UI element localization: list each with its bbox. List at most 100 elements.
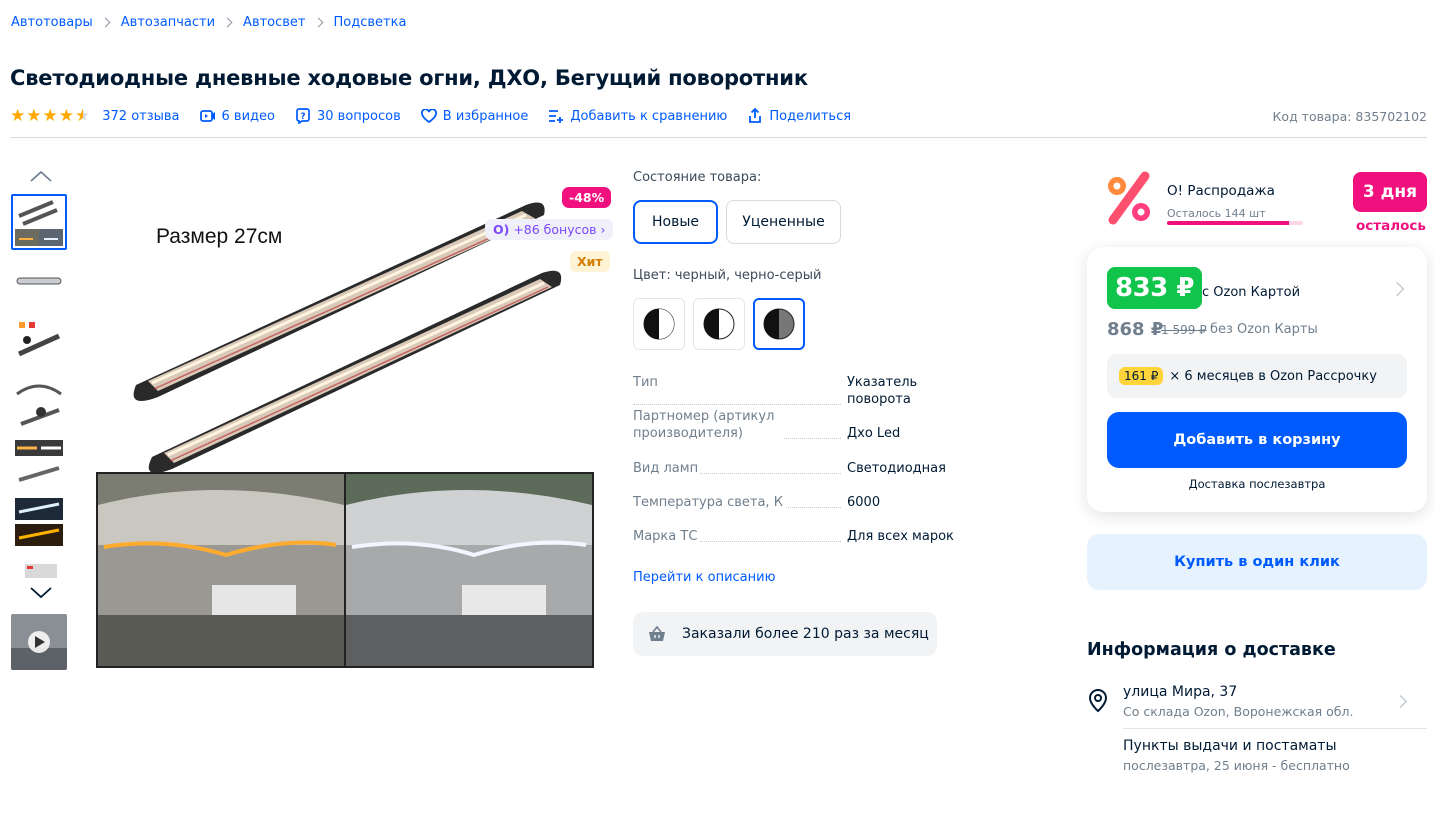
share-label: Поделиться — [769, 108, 852, 124]
share-button[interactable]: Поделиться — [747, 108, 851, 124]
color-swatch-selected[interactable] — [753, 298, 805, 350]
condition-discounted-button[interactable]: Уцененные — [726, 200, 841, 244]
thumbnail[interactable] — [11, 194, 67, 250]
installment-offer[interactable]: 161 ₽ × 6 месяцев в Ozon Рассрочку — [1107, 354, 1407, 398]
spec-key: Партномер (артикул производителя) — [633, 408, 783, 442]
compare-icon — [548, 108, 564, 124]
spec-value: Для всех марок — [847, 529, 954, 544]
page-title: Светодиодные дневные ходовые огни, ДХО, … — [10, 66, 808, 90]
chevron-down-icon — [30, 587, 52, 599]
video-icon — [199, 108, 216, 124]
spec-value: Светодиодная — [847, 461, 946, 476]
pickup-title: Пункты выдачи и постаматы — [1123, 738, 1337, 754]
breadcrumb: Автотовары Автозапчасти Автосвет Подсвет… — [11, 15, 406, 30]
goto-description-link[interactable]: Перейти к описанию — [633, 570, 776, 585]
chevron-right-icon — [222, 17, 233, 28]
star-half-icon: ★ — [75, 105, 91, 126]
hit-badge: Хит — [570, 251, 610, 272]
condition-label: Состояние товара: — [633, 170, 762, 185]
videos-link[interactable]: 6 видео — [199, 108, 275, 124]
sale-title: О! Распродажа — [1167, 183, 1275, 199]
sale-progress-bar — [1167, 221, 1303, 225]
compare-button[interactable]: Добавить к сравнению — [548, 108, 727, 124]
breadcrumb-link[interactable]: Автозапчасти — [121, 15, 215, 30]
star-icon: ★ — [26, 105, 42, 126]
chevron-up-icon — [30, 170, 52, 182]
breadcrumb-link[interactable]: Автотовары — [11, 15, 93, 30]
questions-link[interactable]: ? 30 вопросов — [295, 108, 401, 124]
product-code: Код товара: 835702102 — [1272, 108, 1427, 124]
color-swatch[interactable] — [633, 298, 685, 350]
ozon-card-price[interactable]: 833 ₽ — [1107, 267, 1202, 309]
sale-progress-fill — [1167, 221, 1290, 225]
question-icon: ? — [295, 108, 311, 124]
sale-remaining: Осталось 144 шт — [1167, 207, 1266, 220]
sale-days-label: осталось — [1356, 218, 1426, 234]
favorite-button[interactable]: В избранное — [420, 108, 529, 124]
spec-key: Тип — [633, 375, 660, 390]
sale-days-badge: 3 дня — [1353, 172, 1427, 212]
old-price: 1 599 ₽ — [1161, 323, 1207, 337]
ozon-card-note: с Ozon Картой — [1202, 285, 1301, 300]
star-icon: ★ — [10, 105, 26, 126]
installment-text: × 6 месяцев в Ozon Рассрочку — [1169, 368, 1377, 384]
installment-amount: 161 ₽ — [1119, 367, 1164, 385]
compare-label: Добавить к сравнению — [570, 108, 728, 124]
thumbnail[interactable] — [11, 494, 67, 550]
spec-row: Марка ТС Для всех марок — [633, 528, 978, 545]
image-caption: Размер 27см — [156, 225, 282, 248]
spec-row: Вид ламп Светодиодная — [633, 460, 978, 477]
breadcrumb-link[interactable]: Автосвет — [243, 15, 305, 30]
video-thumbnail[interactable] — [11, 614, 67, 670]
sale-percent-icon — [1101, 170, 1157, 226]
product-meta-row: ★ ★ ★ ★ ★ 372 отзыва 6 видео ? 30 вопрос… — [10, 106, 1427, 126]
thumbs-scroll-down-button[interactable] — [30, 585, 52, 603]
chevron-right-icon — [100, 17, 111, 28]
delivery-note: Доставка послезавтра — [1188, 477, 1326, 491]
chevron-right-icon[interactable] — [1394, 695, 1407, 708]
reviews-link[interactable]: 372 отзыва — [102, 109, 179, 124]
spec-key: Марка ТС — [633, 529, 700, 544]
bonus-badge[interactable]: O) +86 бонусов › — [485, 219, 614, 240]
spec-value: 6000 — [847, 495, 881, 510]
buy-one-click-button[interactable]: Купить в один клик — [1087, 534, 1427, 590]
star-icon: ★ — [42, 105, 58, 126]
color-swatch[interactable] — [693, 298, 745, 350]
chevron-right-icon: › — [600, 222, 606, 237]
favorite-label: В избранное — [442, 108, 529, 124]
orders-text: Заказали более 210 раз за месяц — [682, 626, 929, 642]
basket-icon — [648, 626, 666, 642]
spec-value: Указатель поворота — [847, 375, 918, 407]
discount-badge: -48% — [562, 187, 612, 208]
thumbnail[interactable] — [11, 314, 67, 370]
ozon-points-icon: O) — [493, 222, 510, 237]
spec-key: Температура света, К — [633, 495, 785, 510]
svg-text:?: ? — [300, 112, 305, 122]
divider — [10, 137, 1427, 138]
questions-label: 30 вопросов — [317, 108, 401, 124]
star-icon: ★ — [58, 105, 74, 126]
delivery-address[interactable]: улица Мира, 37 — [1123, 684, 1237, 700]
thumbnail[interactable] — [11, 374, 67, 430]
condition-new-button[interactable]: Новые — [633, 200, 718, 244]
heart-icon — [420, 108, 437, 124]
no-card-note: без Ozon Карты — [1210, 322, 1318, 337]
thumbs-scroll-up-button[interactable] — [30, 168, 52, 186]
spec-key: Вид ламп — [633, 461, 701, 476]
orders-info: Заказали более 210 раз за месяц — [633, 612, 937, 656]
delivery-warehouse: Со склада Ozon, Воронежская обл. — [1123, 704, 1354, 719]
spec-row: Партномер (артикул производителя) Дхо Le… — [633, 408, 978, 442]
spec-row: Тип Указатель поворота — [633, 374, 978, 408]
add-to-cart-button[interactable]: Добавить в корзину — [1107, 412, 1407, 468]
spec-value: Дхо Led — [847, 426, 901, 441]
spec-row: Температура света, К 6000 — [633, 494, 978, 511]
location-pin-icon — [1087, 689, 1109, 713]
videos-label: 6 видео — [221, 108, 275, 124]
share-icon — [747, 108, 763, 124]
breadcrumb-link[interactable]: Подсветка — [334, 15, 407, 30]
thumbnail[interactable] — [11, 434, 67, 490]
rating-stars[interactable]: ★ ★ ★ ★ ★ — [10, 105, 91, 126]
regular-price: 868 ₽ — [1107, 319, 1164, 340]
main-product-image[interactable]: Размер 27см — [96, 185, 610, 670]
thumbnail[interactable] — [11, 254, 67, 310]
